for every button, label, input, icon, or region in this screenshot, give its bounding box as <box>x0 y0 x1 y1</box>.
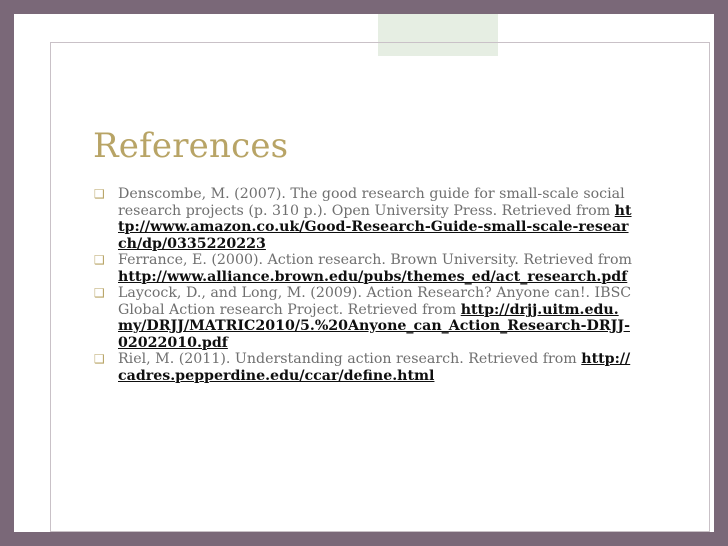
square-bullet-icon: ❑ <box>94 352 105 366</box>
slide: References ❑ Denscombe, M. (2007). The go… <box>14 14 714 532</box>
reference-item: ❑ Laycock, D., and Long, M. (2009). Actio… <box>92 285 632 351</box>
reference-text: Ferrance, E. (2000). Action research. Br… <box>118 252 632 268</box>
slide-title: References <box>93 126 289 166</box>
references-list: ❑ Denscombe, M. (2007). The good research… <box>92 186 632 384</box>
square-bullet-icon: ❑ <box>94 187 105 201</box>
reference-link[interactable]: http://www.alliance.brown.edu/pubs/theme… <box>118 269 627 285</box>
accent-box <box>378 14 498 56</box>
reference-item: ❑ Denscombe, M. (2007). The good research… <box>92 186 632 252</box>
reference-item: ❑ Riel, M. (2011). Understanding action r… <box>92 351 632 384</box>
reference-text: Riel, M. (2011). Understanding action re… <box>118 351 582 367</box>
reference-item: ❑ Ferrance, E. (2000). Action research. B… <box>92 252 632 285</box>
reference-text: Denscombe, M. (2007). The good research … <box>118 186 625 219</box>
square-bullet-icon: ❑ <box>94 253 105 267</box>
square-bullet-icon: ❑ <box>94 286 105 300</box>
